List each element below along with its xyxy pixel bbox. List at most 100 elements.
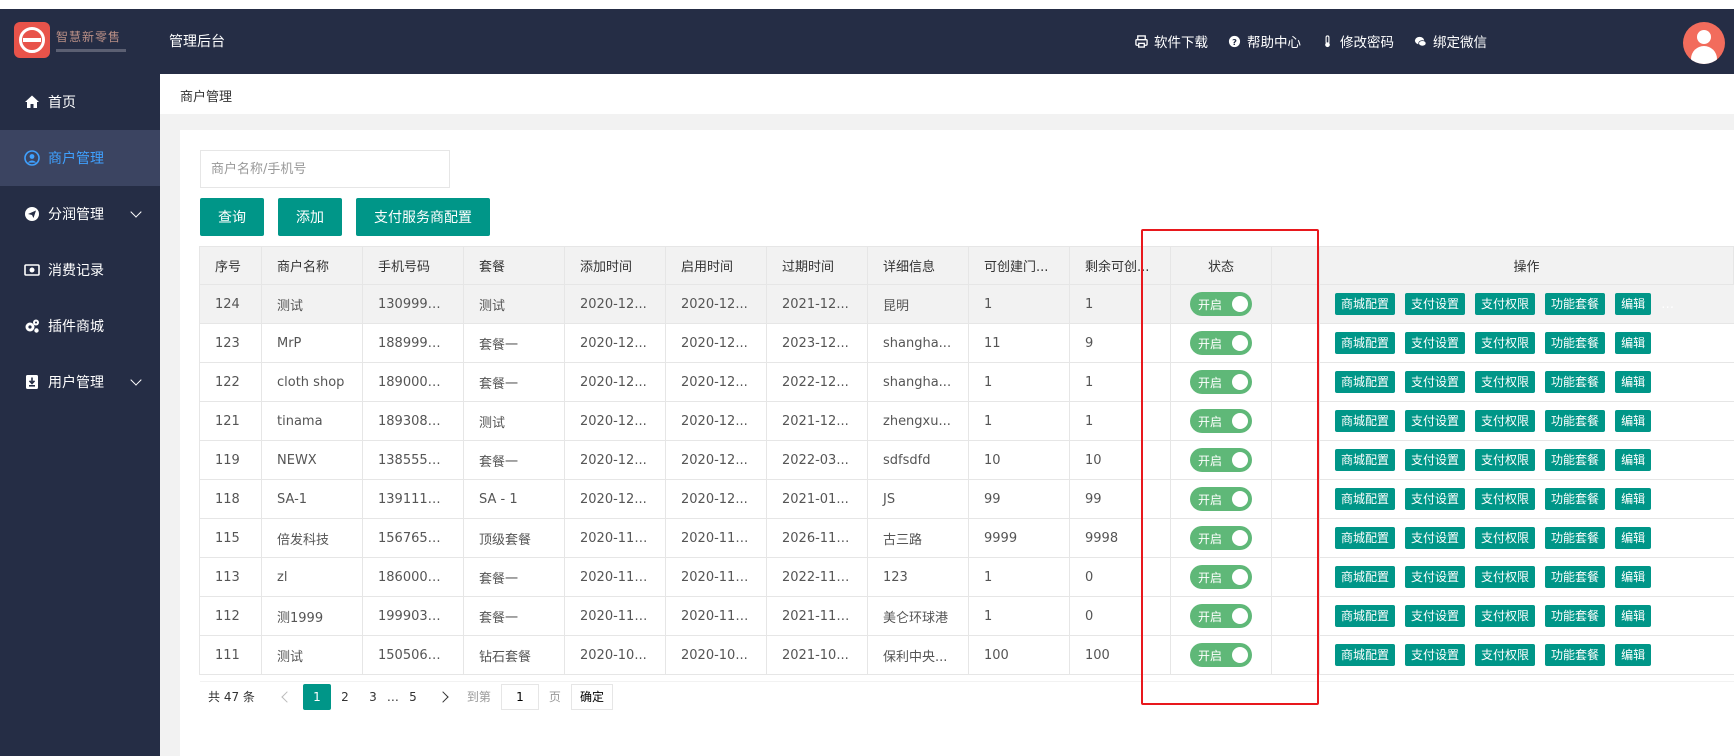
- link-help-center[interactable]: ? 帮助中心: [1228, 31, 1301, 51]
- table-row[interactable]: 112 测1999 1999031... 套餐一 2020-11-... 2020-11-…: [199, 596, 1734, 636]
- table-row[interactable]: 122 cloth shop 1890000... 套餐一 2020-12... 2020…: [199, 362, 1734, 402]
- modify-button[interactable]: 修改: [1707, 371, 1734, 393]
- payment-settings-button[interactable]: 支付设置: [1405, 488, 1466, 510]
- modify-button[interactable]: 修改: [1707, 332, 1734, 354]
- breadcrumb[interactable]: 商户管理: [180, 86, 232, 105]
- payment-permission-button[interactable]: 支付权限: [1475, 566, 1536, 588]
- mall-config-button[interactable]: 商城配置: [1335, 371, 1396, 393]
- payment-settings-button[interactable]: 支付设置: [1405, 371, 1466, 393]
- search-input[interactable]: [200, 150, 450, 188]
- page-number[interactable]: 1: [302, 683, 331, 710]
- feature-package-button[interactable]: 功能套餐: [1545, 488, 1606, 510]
- payment-settings-button[interactable]: 支付设置: [1405, 644, 1466, 666]
- payment-settings-button[interactable]: 支付设置: [1405, 332, 1466, 354]
- mall-config-button[interactable]: 商城配置: [1335, 527, 1396, 549]
- edit-button[interactable]: 编辑: [1615, 449, 1652, 471]
- payment-settings-button[interactable]: 支付设置: [1405, 293, 1466, 315]
- table-row[interactable]: 121 tinama 1893087... 测试 2020-12... 2020-12..…: [199, 401, 1734, 441]
- modify-button[interactable]: 修改: [1707, 527, 1734, 549]
- app-logo[interactable]: 智慧新零售: [14, 22, 126, 62]
- payment-settings-button[interactable]: 支付设置: [1405, 605, 1466, 627]
- table-row[interactable]: 123 MrP 1889999... 套餐一 2020-12... 2020-12... 2…: [199, 323, 1734, 363]
- page-number[interactable]: 3: [359, 684, 387, 710]
- edit-button[interactable]: 编辑: [1615, 371, 1652, 393]
- user-avatar[interactable]: [1683, 22, 1725, 64]
- mall-config-button[interactable]: 商城配置: [1335, 644, 1396, 666]
- table-row[interactable]: 119 NEWX 1385555... 套餐一 2020-12... 2020-12...…: [199, 440, 1734, 480]
- payment-permission-button[interactable]: 支付权限: [1475, 293, 1536, 315]
- edit-button[interactable]: 编辑: [1615, 332, 1652, 354]
- mall-config-button[interactable]: 商城配置: [1335, 605, 1396, 627]
- add-button[interactable]: 添加: [278, 198, 342, 236]
- edit-button[interactable]: 编辑: [1615, 293, 1652, 315]
- status-toggle[interactable]: 开启: [1190, 292, 1252, 316]
- modify-button[interactable]: 修改: [1707, 410, 1734, 432]
- status-toggle[interactable]: 开启: [1190, 565, 1252, 589]
- payment-permission-button[interactable]: 支付权限: [1475, 371, 1536, 393]
- modify-button[interactable]: 修改: [1707, 566, 1734, 588]
- table-row[interactable]: 111 测试 1505068... 钻石套餐 2020-10... 2020-10... 2…: [199, 635, 1734, 675]
- mall-config-button[interactable]: 商城配置: [1335, 566, 1396, 588]
- status-toggle[interactable]: 开启: [1190, 604, 1252, 628]
- feature-package-button[interactable]: 功能套餐: [1545, 410, 1606, 432]
- goto-page-input[interactable]: [500, 683, 539, 710]
- payment-permission-button[interactable]: 支付权限: [1475, 449, 1536, 471]
- modify-button[interactable]: 修改: [1707, 644, 1734, 666]
- payment-permission-button[interactable]: 支付权限: [1475, 644, 1536, 666]
- feature-package-button[interactable]: 功能套餐: [1545, 605, 1606, 627]
- mall-config-button[interactable]: 商城配置: [1335, 293, 1396, 315]
- modify-button[interactable]: 修改: [1707, 605, 1734, 627]
- sidebar-item-profit-sharing[interactable]: 分润管理: [0, 186, 160, 242]
- payment-provider-config-button[interactable]: 支付服务商配置: [356, 198, 490, 236]
- table-row[interactable]: 124 测试 1309990... 测试 2020-12... 2020-12... 202…: [199, 284, 1734, 324]
- table-row[interactable]: 113 zl 1860007... 套餐一 2020-11-... 2020-11-...…: [199, 557, 1734, 597]
- status-toggle[interactable]: 开启: [1190, 331, 1252, 355]
- status-toggle[interactable]: 开启: [1190, 409, 1252, 433]
- sidebar-item-consumption[interactable]: 消费记录: [0, 242, 160, 298]
- payment-permission-button[interactable]: 支付权限: [1475, 605, 1536, 627]
- edit-button[interactable]: 编辑: [1615, 488, 1652, 510]
- edit-button[interactable]: 编辑: [1615, 605, 1652, 627]
- query-button[interactable]: 查询: [200, 198, 264, 236]
- page-number[interactable]: 2: [331, 684, 359, 710]
- status-toggle[interactable]: 开启: [1190, 370, 1252, 394]
- status-toggle[interactable]: 开启: [1190, 448, 1252, 472]
- prev-page-icon[interactable]: [281, 690, 293, 703]
- edit-button[interactable]: 编辑: [1615, 644, 1652, 666]
- payment-permission-button[interactable]: 支付权限: [1475, 488, 1536, 510]
- feature-package-button[interactable]: 功能套餐: [1545, 332, 1606, 354]
- payment-permission-button[interactable]: 支付权限: [1475, 410, 1536, 432]
- sidebar-item-users[interactable]: 用户管理: [0, 354, 160, 410]
- status-toggle[interactable]: 开启: [1190, 526, 1252, 550]
- payment-permission-button[interactable]: 支付权限: [1475, 527, 1536, 549]
- sidebar-item-plugin-store[interactable]: 插件商城: [0, 298, 160, 354]
- link-bind-wechat[interactable]: 绑定微信: [1414, 31, 1487, 51]
- status-toggle[interactable]: 开启: [1190, 487, 1252, 511]
- feature-package-button[interactable]: 功能套餐: [1545, 644, 1606, 666]
- modify-button[interactable]: 修改: [1707, 488, 1734, 510]
- sidebar-item-home[interactable]: 首页: [0, 74, 160, 130]
- next-page-icon[interactable]: [437, 690, 449, 703]
- payment-settings-button[interactable]: 支付设置: [1405, 410, 1466, 432]
- modify-button[interactable]: 修改: [1707, 449, 1734, 471]
- feature-package-button[interactable]: 功能套餐: [1545, 566, 1606, 588]
- mall-config-button[interactable]: 商城配置: [1335, 332, 1396, 354]
- table-row[interactable]: 115 倍发科技 1567656... 顶级套餐 2020-11-... 2020-11-…: [199, 518, 1734, 558]
- sidebar-item-merchants[interactable]: 商户管理: [0, 130, 160, 186]
- table-row[interactable]: 118 SA-1 1391111... SA - 1 2020-12... 2020-12…: [199, 479, 1734, 519]
- mall-config-button[interactable]: 商城配置: [1335, 488, 1396, 510]
- feature-package-button[interactable]: 功能套餐: [1545, 449, 1606, 471]
- mall-config-button[interactable]: 商城配置: [1335, 449, 1396, 471]
- status-toggle[interactable]: 开启: [1190, 643, 1252, 667]
- link-change-password[interactable]: 修改密码: [1321, 31, 1394, 51]
- payment-settings-button[interactable]: 支付设置: [1405, 527, 1466, 549]
- payment-settings-button[interactable]: 支付设置: [1405, 566, 1466, 588]
- edit-button[interactable]: 编辑: [1615, 566, 1652, 588]
- edit-button[interactable]: 编辑: [1615, 527, 1652, 549]
- payment-permission-button[interactable]: 支付权限: [1475, 332, 1536, 354]
- feature-package-button[interactable]: 功能套餐: [1545, 293, 1606, 315]
- edit-button[interactable]: 编辑: [1615, 410, 1652, 432]
- page-number[interactable]: 5: [399, 684, 427, 710]
- mall-config-button[interactable]: 商城配置: [1335, 410, 1396, 432]
- payment-settings-button[interactable]: 支付设置: [1405, 449, 1466, 471]
